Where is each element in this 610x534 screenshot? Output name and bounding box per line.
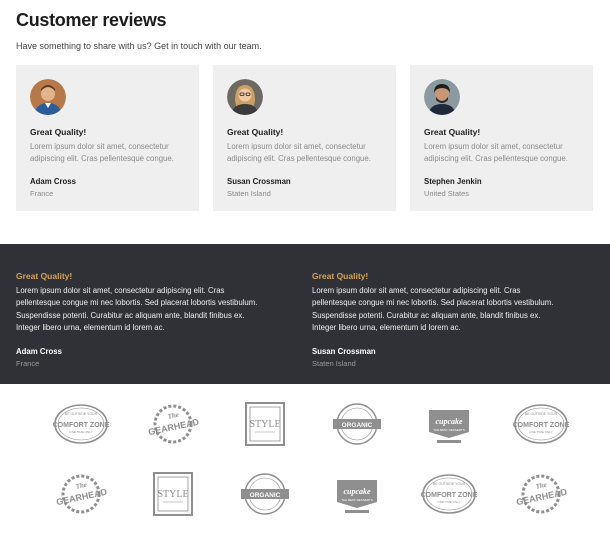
svg-text:The: The — [167, 411, 180, 421]
review-card: Great Quality! Lorem ipsum dolor sit ame… — [213, 65, 396, 211]
review-heading: Great Quality! — [424, 127, 481, 137]
svg-text:STYLE: STYLE — [157, 489, 188, 500]
organic-logo[interactable]: ORGANIC — [327, 400, 387, 448]
comfort-zone-logo[interactable]: BE OUTSIDE YOUR COMFORT ZONE ONE TIME ONLY — [51, 400, 111, 448]
quote-author: Adam Cross — [16, 346, 62, 356]
svg-text:COMFORT ZONE: COMFORT ZONE — [421, 492, 478, 499]
organic-logo[interactable]: ORGANIC — [235, 470, 295, 518]
testimonial-band: Great Quality! Lorem ipsum dolor sit ame… — [0, 244, 610, 384]
review-author: Adam Cross — [30, 177, 76, 186]
svg-text:The: The — [75, 481, 88, 491]
testimonial-quote: Great Quality! Lorem ipsum dolor sit ame… — [312, 271, 562, 368]
avatar — [30, 79, 66, 115]
review-cards: Great Quality! Lorem ipsum dolor sit ame… — [16, 65, 594, 211]
review-heading: Great Quality! — [227, 127, 284, 137]
svg-text:THE BEST DESSERTS: THE BEST DESSERTS — [341, 498, 373, 502]
review-author: Stephen Jenkin — [424, 177, 482, 186]
comfort-zone-logo[interactable]: BE OUTSIDE YOUR COMFORT ZONE ONE TIME ONLY — [419, 470, 479, 518]
svg-text:ONE TIME ONLY: ONE TIME ONLY — [69, 430, 92, 434]
review-author: Susan Crossman — [227, 177, 291, 186]
svg-text:BE OUTSIDE YOUR: BE OUTSIDE YOUR — [65, 412, 98, 416]
quote-text: Lorem ipsum dolor sit amet, consectetur … — [312, 286, 554, 333]
svg-text:COMFORT ZONE: COMFORT ZONE — [53, 422, 110, 429]
svg-text:STYLE: STYLE — [249, 419, 280, 430]
review-text: Lorem ipsum dolor sit amet, consectetur … — [30, 142, 174, 163]
avatar — [227, 79, 263, 115]
cupcake-logo[interactable]: cupcake THE BEST DESSERTS — [419, 400, 479, 448]
review-text: Lorem ipsum dolor sit amet, consectetur … — [424, 142, 568, 163]
review-location: Staten Island — [227, 189, 271, 198]
gearhead-logo[interactable]: The GEARHEAD — [51, 470, 111, 518]
quote-text: Lorem ipsum dolor sit amet, consectetur … — [16, 286, 258, 333]
comfort-zone-logo[interactable]: BE OUTSIDE YOUR COMFORT ZONE ONE TIME ONLY — [511, 400, 571, 448]
page-subtitle: Have something to share with us? Get in … — [16, 41, 262, 51]
style-logo[interactable]: STYLE — [143, 470, 203, 518]
svg-text:BE OUTSIDE YOUR: BE OUTSIDE YOUR — [525, 412, 558, 416]
svg-text:ONE TIME ONLY: ONE TIME ONLY — [437, 500, 460, 504]
review-card: Great Quality! Lorem ipsum dolor sit ame… — [16, 65, 199, 211]
review-heading: Great Quality! — [30, 127, 87, 137]
svg-text:ONE TIME ONLY: ONE TIME ONLY — [529, 430, 552, 434]
gearhead-logo[interactable]: The GEARHEAD — [143, 400, 203, 448]
quote-location: France — [16, 358, 40, 368]
page-title: Customer reviews — [16, 10, 167, 30]
svg-text:ORGANIC: ORGANIC — [250, 492, 281, 499]
quote-location: Staten Island — [312, 358, 356, 368]
svg-text:COMFORT ZONE: COMFORT ZONE — [513, 422, 570, 429]
svg-text:THE BEST DESSERTS: THE BEST DESSERTS — [433, 428, 465, 432]
cupcake-logo[interactable]: cupcake THE BEST DESSERTS — [327, 470, 387, 518]
quote-heading: Great Quality! — [16, 271, 73, 281]
page-header: Customer reviews Have something to share… — [16, 10, 596, 51]
svg-text:The: The — [535, 481, 548, 491]
svg-text:BE OUTSIDE YOUR: BE OUTSIDE YOUR — [433, 482, 466, 486]
testimonial-quote: Great Quality! Lorem ipsum dolor sit ame… — [16, 271, 266, 368]
svg-text:ORGANIC: ORGANIC — [342, 422, 373, 429]
style-logo[interactable]: STYLE — [235, 400, 295, 448]
client-logos: BE OUTSIDE YOUR COMFORT ZONE ONE TIME ONLY… — [0, 392, 610, 534]
svg-text:cupcake: cupcake — [435, 417, 463, 426]
review-location: United States — [424, 189, 470, 198]
review-text: Lorem ipsum dolor sit amet, consectetur … — [227, 142, 371, 163]
review-location: France — [30, 189, 54, 198]
gearhead-logo[interactable]: The GEARHEAD — [511, 470, 571, 518]
svg-text:cupcake: cupcake — [343, 487, 371, 496]
review-card: Great Quality! Lorem ipsum dolor sit ame… — [410, 65, 593, 211]
quote-author: Susan Crossman — [312, 346, 376, 356]
quote-heading: Great Quality! — [312, 271, 369, 281]
avatar — [424, 79, 460, 115]
